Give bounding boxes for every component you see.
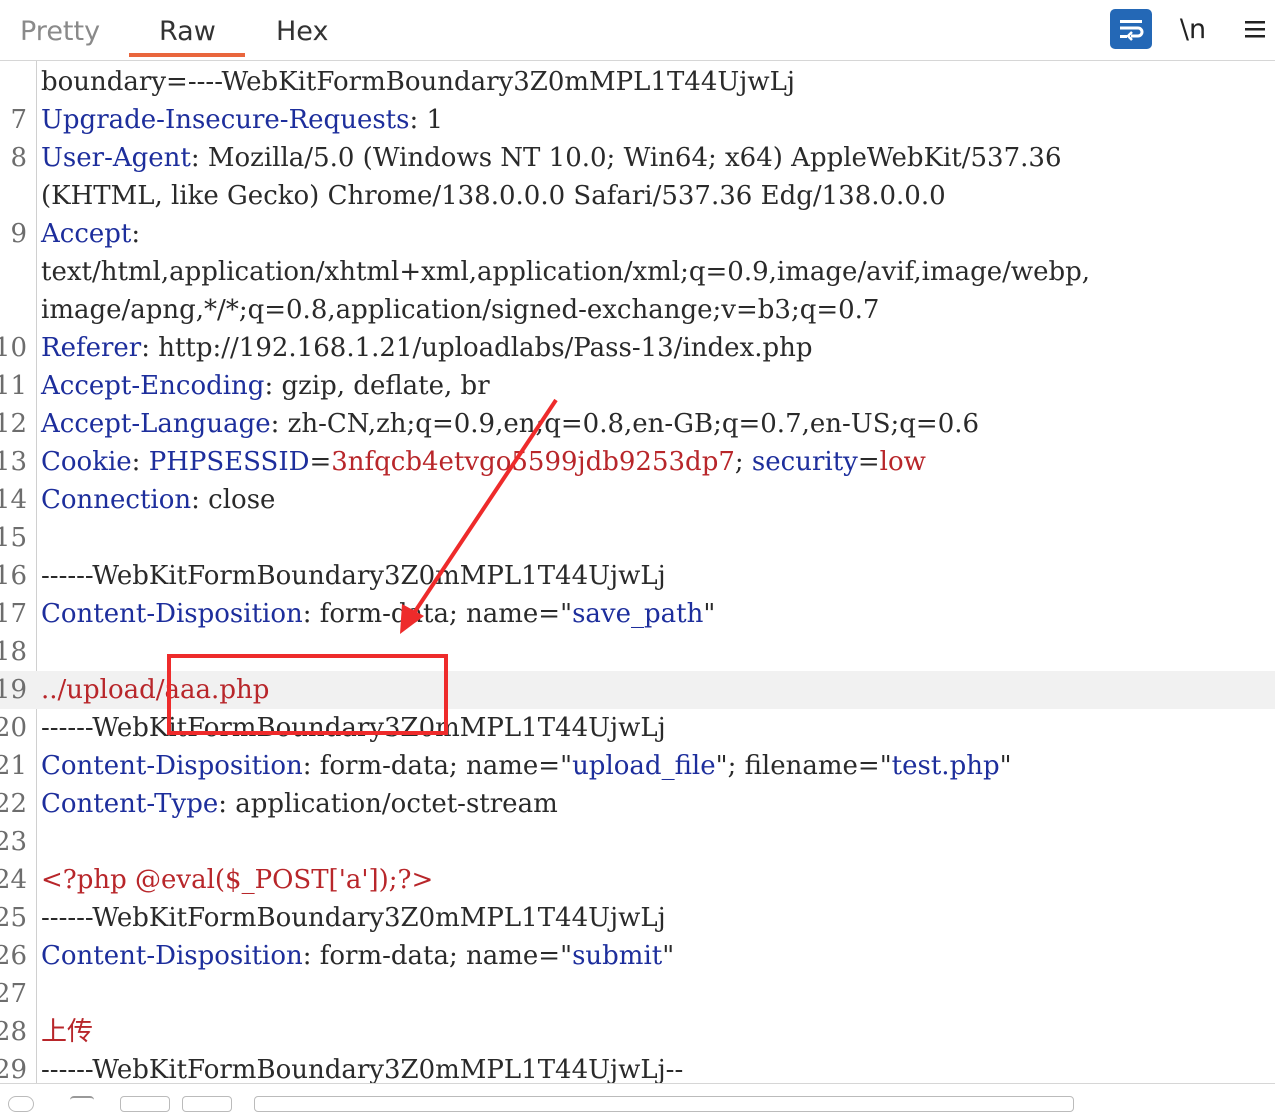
previous-match-button[interactable] <box>120 1096 170 1112</box>
annotation-arrow-line <box>406 398 558 624</box>
annotation-highlight-box <box>167 654 448 735</box>
next-match-button[interactable] <box>182 1096 232 1112</box>
editor-bottom-bar <box>0 1083 1275 1112</box>
search-input[interactable] <box>254 1096 1074 1112</box>
nav-arrow-icon[interactable] <box>70 1096 94 1112</box>
annotation-overlay <box>167 398 558 735</box>
settings-icon[interactable] <box>8 1096 34 1112</box>
annotation-arrow-head <box>400 604 424 634</box>
